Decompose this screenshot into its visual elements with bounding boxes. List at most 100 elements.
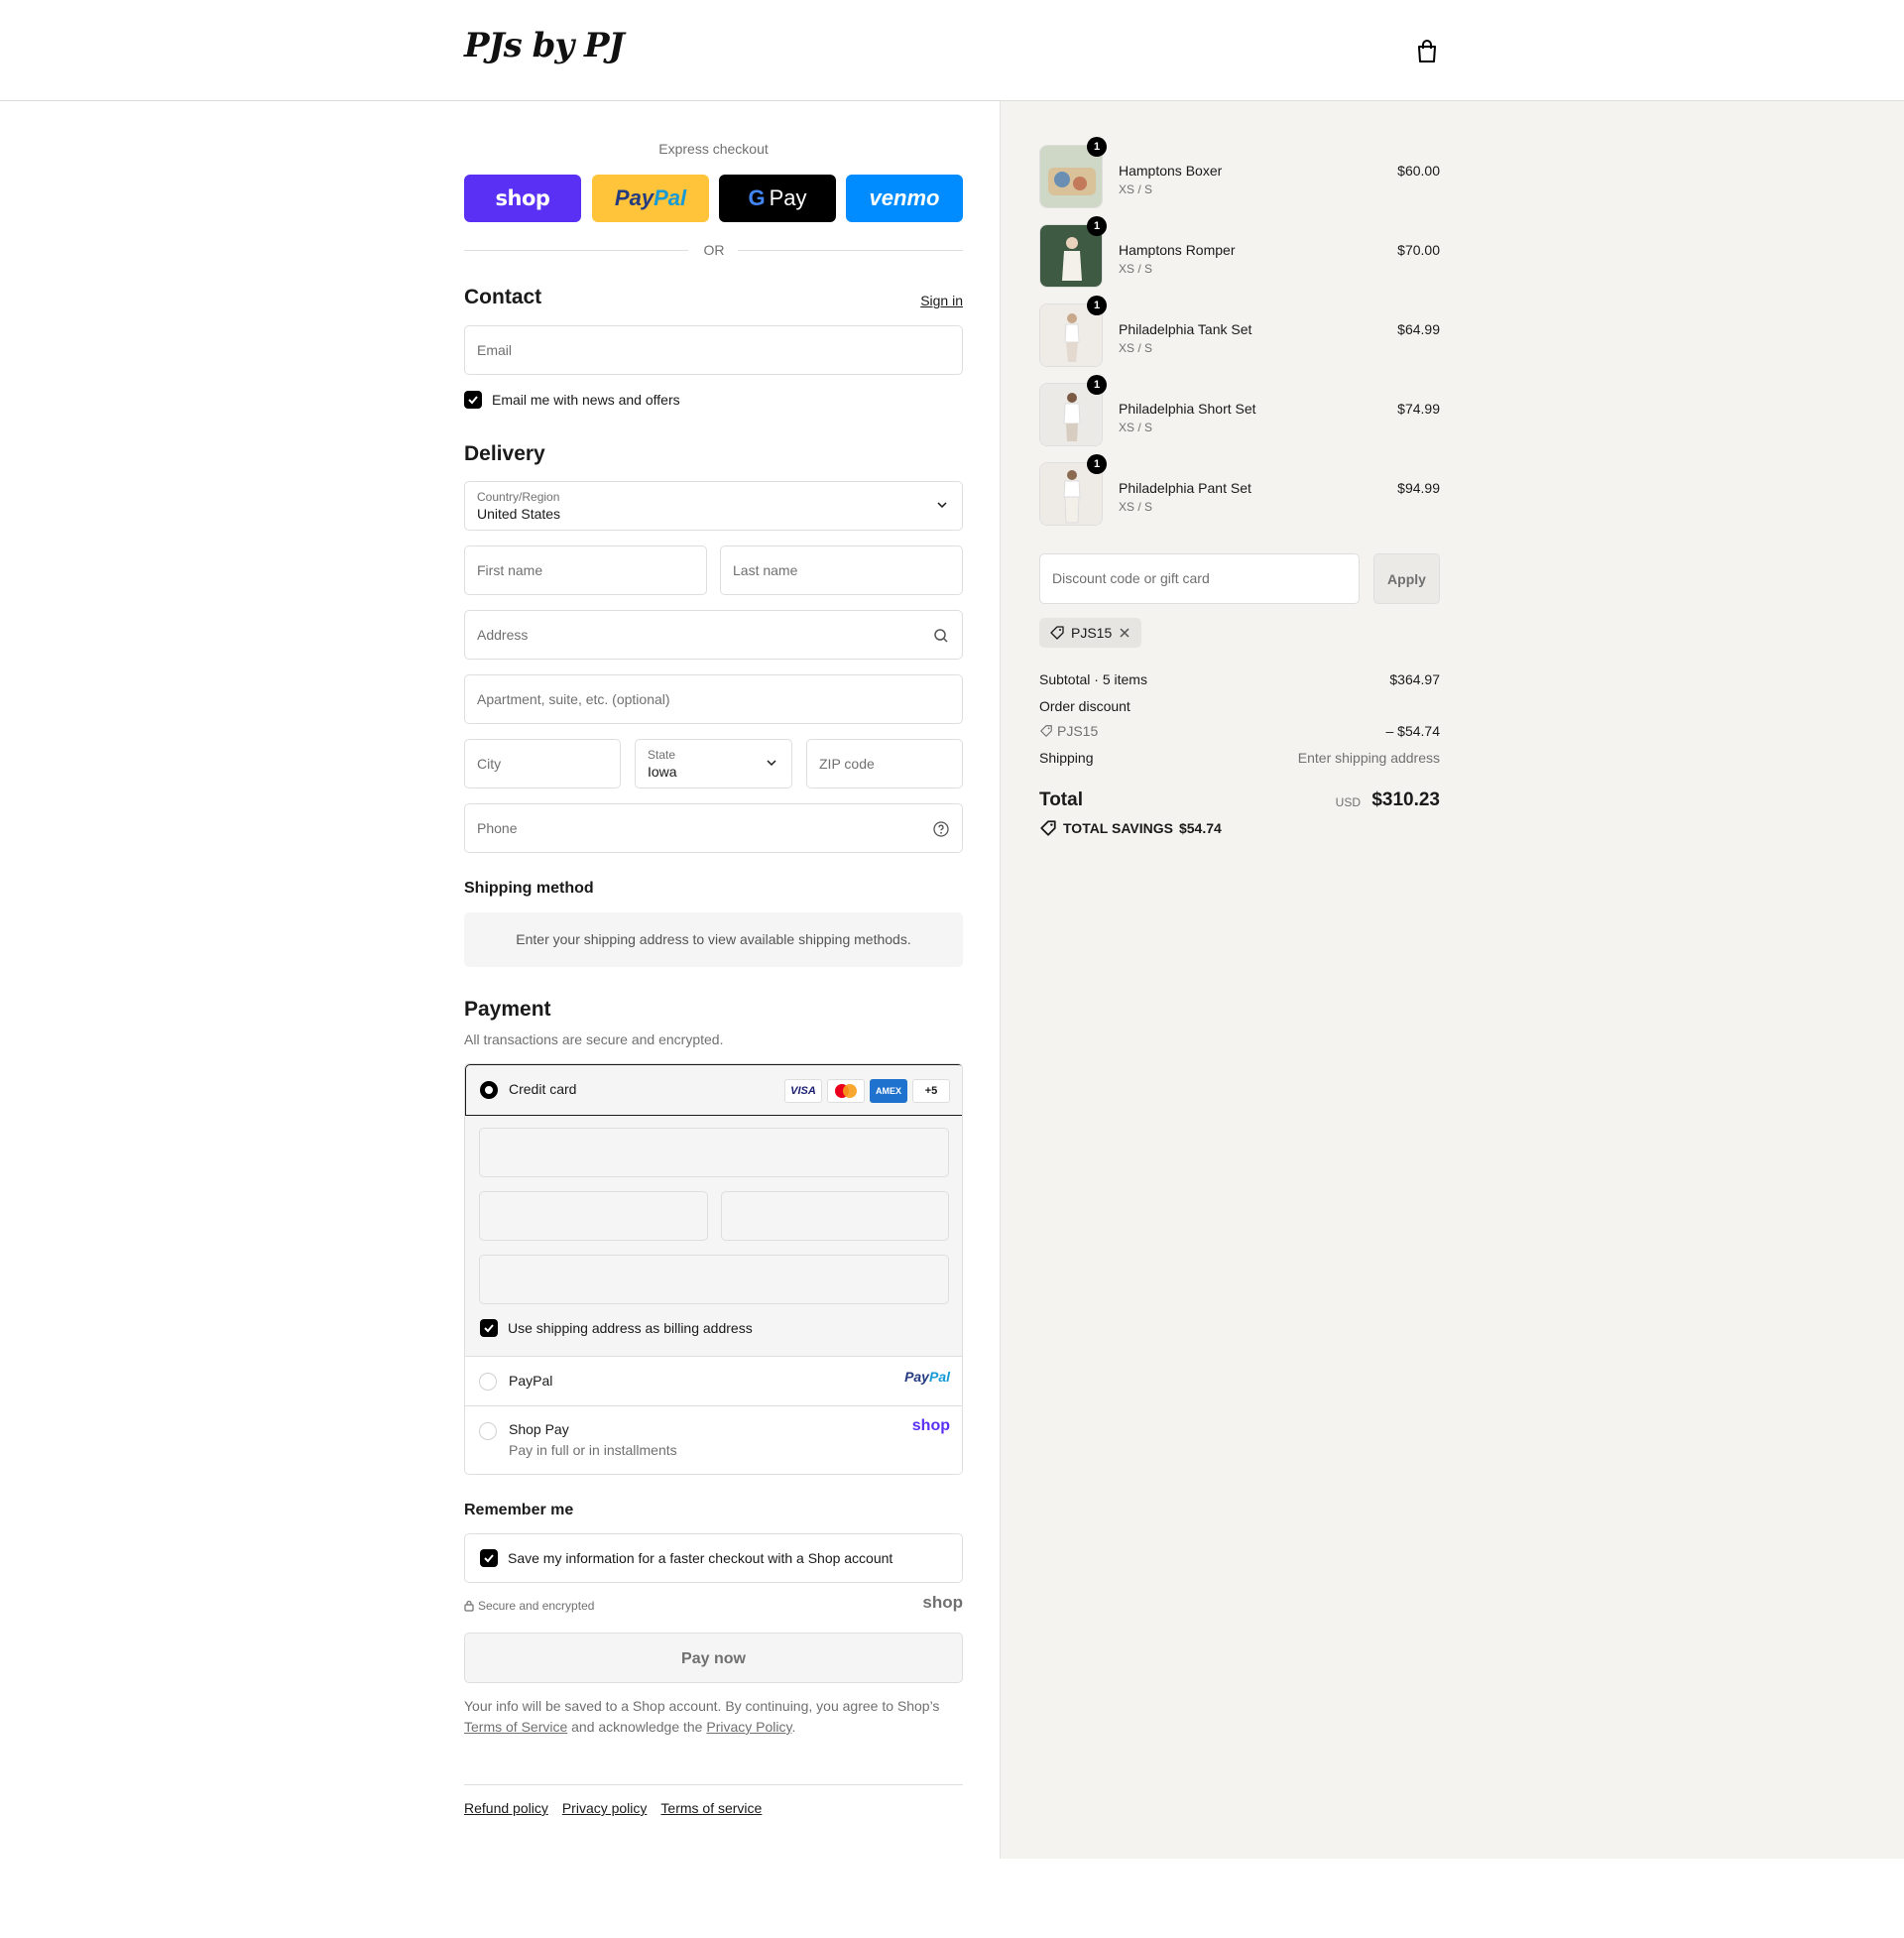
security-code-field[interactable] — [721, 1191, 949, 1241]
apply-discount-button[interactable]: Apply — [1373, 553, 1440, 604]
credit-card-option[interactable]: Credit card VISA AMEX +5 — [465, 1064, 962, 1116]
first-name-placeholder: First name — [477, 562, 543, 578]
item-price: $64.99 — [1397, 321, 1440, 337]
refund-policy-link[interactable]: Refund policy — [464, 1800, 548, 1816]
line-item: 1 Philadelphia Short Set XS / S $74.99 — [1039, 375, 1440, 446]
item-price: $94.99 — [1397, 480, 1440, 496]
quantity-badge: 1 — [1087, 137, 1107, 157]
apartment-placeholder: Apartment, suite, etc. (optional) — [477, 691, 670, 707]
last-name-field[interactable]: Last name — [720, 545, 963, 595]
google-pay-button[interactable]: G Pay — [719, 175, 836, 222]
item-variant: XS / S — [1119, 421, 1153, 434]
amex-icon: AMEX — [870, 1079, 907, 1103]
name-on-card-field[interactable] — [479, 1255, 949, 1304]
total-savings: TOTAL SAVINGS $54.74 — [1039, 819, 1222, 837]
paypal-logo-pay: Pay — [614, 185, 654, 210]
contact-heading: Contact — [464, 286, 542, 308]
discount-amount: – $54.74 — [1385, 723, 1441, 739]
city-field[interactable]: City — [464, 739, 621, 788]
item-variant: XS / S — [1119, 341, 1153, 355]
line-item: 1 Hamptons Boxer XS / S $60.00 — [1039, 137, 1440, 208]
discount-code-placeholder: Discount code or gift card — [1052, 570, 1210, 586]
phone-placeholder: Phone — [477, 820, 518, 836]
payment-heading: Payment — [464, 998, 551, 1021]
sign-in-link[interactable]: Sign in — [920, 293, 963, 308]
phone-field[interactable]: Phone — [464, 803, 963, 853]
savings-value: $54.74 — [1178, 820, 1222, 836]
subtotal-label: Subtotal · 5 items — [1039, 671, 1147, 687]
shipping-method-heading: Shipping method — [464, 880, 594, 897]
zip-field[interactable]: ZIP code — [806, 739, 963, 788]
legal-text-3: . — [791, 1719, 796, 1735]
payment-methods: Credit card VISA AMEX +5 Use shipping ad… — [464, 1063, 963, 1475]
card-number-field[interactable] — [479, 1128, 949, 1177]
privacy-policy-link[interactable]: Privacy policy — [562, 1800, 648, 1816]
paypal-radio[interactable] — [479, 1373, 497, 1391]
save-info-checkbox[interactable] — [480, 1549, 498, 1567]
address-placeholder: Address — [477, 627, 529, 643]
apartment-field[interactable]: Apartment, suite, etc. (optional) — [464, 674, 963, 724]
venmo-logo: venmo — [869, 185, 940, 210]
subtotal-value: $364.97 — [1389, 671, 1440, 687]
pay-now-button[interactable]: Pay now — [464, 1633, 963, 1683]
or-divider: OR — [464, 240, 963, 260]
expiration-field[interactable] — [479, 1191, 708, 1241]
item-name: Philadelphia Tank Set — [1119, 321, 1252, 337]
item-variant: XS / S — [1119, 262, 1153, 276]
total-label: Total — [1039, 789, 1083, 810]
quantity-badge: 1 — [1087, 216, 1107, 236]
shop-pay-radio[interactable] — [479, 1422, 497, 1440]
help-circle-icon[interactable] — [932, 820, 950, 838]
shopping-bag-icon[interactable] — [1416, 40, 1438, 63]
credit-card-form: Use shipping address as billing address — [465, 1116, 962, 1357]
item-name: Hamptons Romper — [1119, 242, 1236, 258]
tag-icon — [1050, 626, 1064, 640]
shop-pay-button[interactable]: shop — [464, 175, 581, 222]
google-pay-label: Pay — [769, 185, 807, 210]
discount-code-input[interactable]: Discount code or gift card — [1039, 553, 1360, 604]
delivery-heading: Delivery — [464, 442, 545, 465]
item-price: $60.00 — [1397, 163, 1440, 179]
express-checkout-title: Express checkout — [658, 141, 769, 157]
shop-terms-link[interactable]: Terms of Service — [464, 1719, 567, 1735]
paypal-logo-pal: Pal — [928, 1369, 950, 1385]
email-field[interactable]: Email — [464, 325, 963, 375]
or-label: OR — [703, 242, 725, 258]
checkmark-icon — [484, 1324, 494, 1333]
billing-address-label: Use shipping address as billing address — [508, 1320, 753, 1336]
country-value: United States — [477, 506, 561, 522]
credit-card-radio[interactable] — [480, 1081, 498, 1099]
line-item: 1 Philadelphia Pant Set XS / S $94.99 — [1039, 454, 1440, 526]
remove-discount-icon[interactable] — [1118, 626, 1131, 640]
venmo-button[interactable]: venmo — [846, 175, 963, 222]
state-select[interactable]: State Iowa — [635, 739, 792, 788]
item-name: Philadelphia Short Set — [1119, 401, 1256, 417]
store-logo[interactable]: PJs by PJ — [464, 26, 625, 65]
save-info-label: Save my information for a faster checkou… — [508, 1550, 893, 1566]
newsletter-checkbox[interactable] — [464, 391, 482, 409]
terms-of-service-link[interactable]: Terms of service — [660, 1800, 762, 1816]
shop-pay-option-label: Shop Pay — [509, 1421, 569, 1437]
shipping-method-notice: Enter your shipping address to view avai… — [464, 912, 963, 967]
remember-me-heading: Remember me — [464, 1502, 574, 1518]
total-currency: USD — [1335, 795, 1361, 809]
applied-discount-chip: PJS15 — [1039, 618, 1142, 648]
savings-tag-icon — [1040, 820, 1056, 836]
paypal-button[interactable]: Pay Pal — [592, 175, 709, 222]
shop-privacy-link[interactable]: Privacy Policy — [706, 1719, 791, 1735]
paypal-logo-pal: Pal — [654, 185, 687, 210]
divider-line-right — [738, 250, 963, 251]
savings-label: TOTAL SAVINGS — [1063, 820, 1173, 836]
address-field[interactable]: Address — [464, 610, 963, 660]
country-select[interactable]: Country/Region United States — [464, 481, 963, 531]
paypal-option[interactable]: PayPal PayPal — [465, 1357, 962, 1406]
discount-code-text: PJS15 — [1057, 723, 1099, 739]
lock-icon — [464, 1600, 474, 1612]
billing-address-checkbox[interactable] — [480, 1319, 498, 1337]
secure-label: Secure and encrypted — [478, 1599, 595, 1613]
first-name-field[interactable]: First name — [464, 545, 707, 595]
country-label: Country/Region — [477, 490, 560, 504]
shop-pay-option[interactable]: Shop Pay Pay in full or in installments … — [465, 1406, 962, 1474]
shipping-label: Shipping — [1039, 750, 1094, 766]
total-row: Total USD $310.23 — [1039, 787, 1440, 817]
